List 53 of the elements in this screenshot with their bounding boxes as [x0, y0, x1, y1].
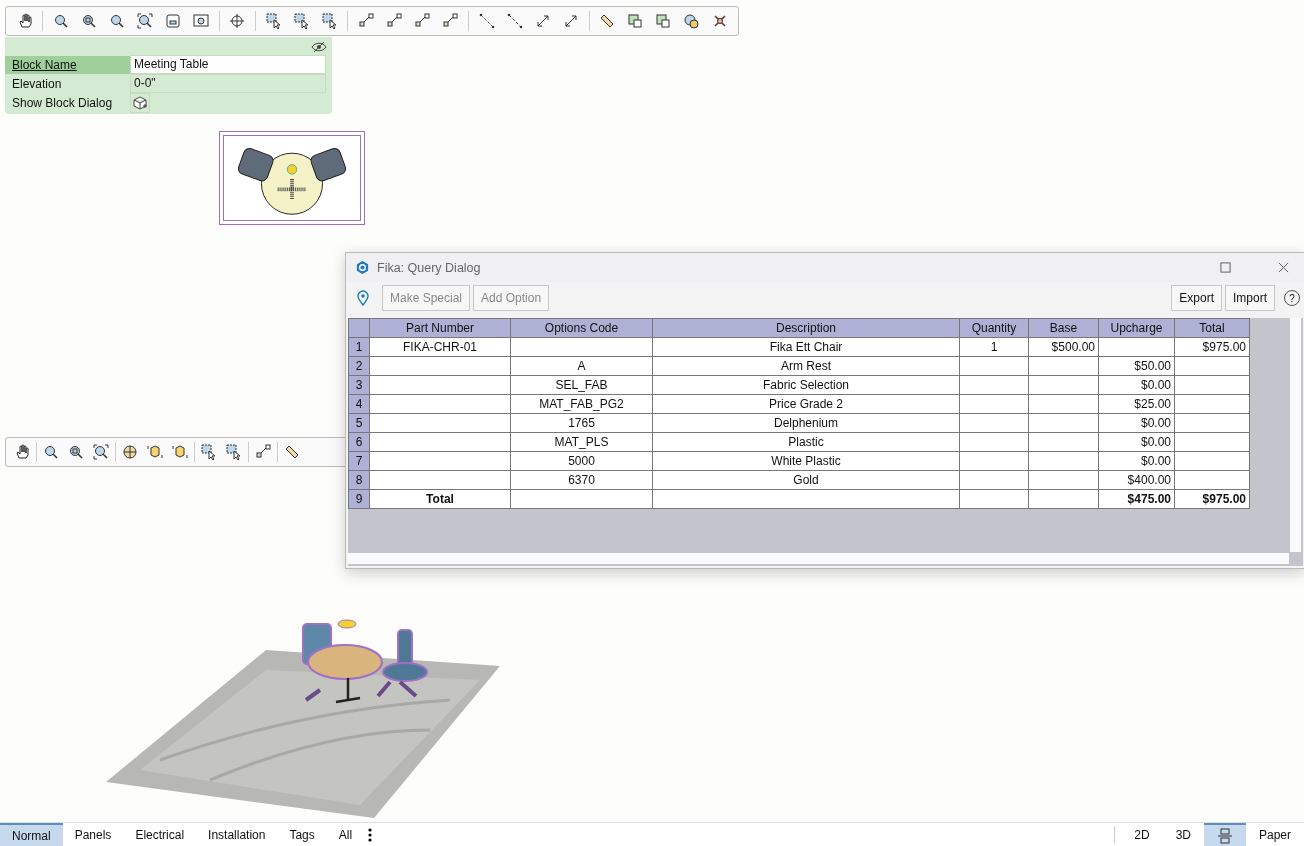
layer-tab[interactable]: Tags: [277, 823, 327, 846]
table-cell: Delphenium: [652, 413, 960, 433]
table-cell: $0.00: [1098, 451, 1175, 471]
table-cell: 6370: [510, 470, 653, 490]
table-cell: $500.00: [1028, 337, 1099, 357]
toolbar-button[interactable]: Export: [1171, 285, 1222, 311]
dialog-title: Fika: Query Dialog: [377, 260, 481, 275]
column-header[interactable]: Description: [652, 318, 960, 338]
table-cell: $975.00: [1174, 489, 1250, 509]
column-header[interactable]: Quantity: [959, 318, 1029, 338]
table-cell: Price Grade 2: [652, 394, 960, 414]
table-cell: Fabric Selection: [652, 375, 960, 395]
table-cell: $0.00: [1098, 375, 1175, 395]
property-value[interactable]: 0-0": [130, 74, 326, 93]
property-label[interactable]: Block Name: [5, 55, 130, 74]
layer-tab[interactable]: Panels: [62, 823, 124, 846]
table-cell: FIKA-CHR-01: [369, 337, 511, 357]
layer-tab[interactable]: All: [326, 823, 365, 846]
table-cell: $0.00: [1098, 432, 1175, 452]
layer-tab[interactable]: Electrical: [123, 823, 197, 846]
column-header[interactable]: Part Number: [369, 318, 511, 338]
column-header[interactable]: Options Code: [510, 318, 653, 338]
table-cell: 1765: [510, 413, 653, 433]
view-tab[interactable]: 3D: [1162, 823, 1204, 846]
column-header[interactable]: Total: [1174, 318, 1250, 338]
table-cell: White Plastic: [652, 451, 960, 471]
table-cell: $400.00: [1098, 470, 1175, 490]
view-tab[interactable]: 2D: [1121, 823, 1163, 846]
table-cell: Total: [369, 489, 511, 509]
table-cell: Gold: [652, 470, 960, 490]
table-cell: $475.00: [1098, 489, 1175, 509]
column-header[interactable]: Upcharge: [1098, 318, 1175, 338]
table-cell: $50.00: [1098, 356, 1175, 376]
column-header[interactable]: Base: [1028, 318, 1099, 338]
table-cell: A: [510, 356, 653, 376]
layer-tab[interactable]: Normal: [0, 823, 63, 846]
table-cell: $0.00: [1098, 413, 1175, 433]
toolbar-button[interactable]: Import: [1225, 285, 1275, 311]
property-label[interactable]: Show Block Dialog: [5, 93, 130, 112]
table-cell: Fika Ett Chair: [652, 337, 960, 357]
table-cell: 1: [959, 337, 1029, 357]
view-tab[interactable]: Paper: [1245, 823, 1304, 846]
table-cell: $25.00: [1098, 394, 1175, 414]
table-cell: MAT_PLS: [510, 432, 653, 452]
table-cell: Plastic: [652, 432, 960, 452]
table-cell: $975.00: [1174, 337, 1250, 357]
property-value[interactable]: Meeting Table: [130, 55, 326, 74]
table-cell: MAT_FAB_PG2: [510, 394, 653, 414]
table-cell: 5000: [510, 451, 653, 471]
table-cell: Arm Rest: [652, 356, 960, 376]
table-cell: SEL_FAB: [510, 375, 653, 395]
layer-tab[interactable]: Installation: [196, 823, 278, 846]
property-label[interactable]: Elevation: [5, 74, 130, 93]
